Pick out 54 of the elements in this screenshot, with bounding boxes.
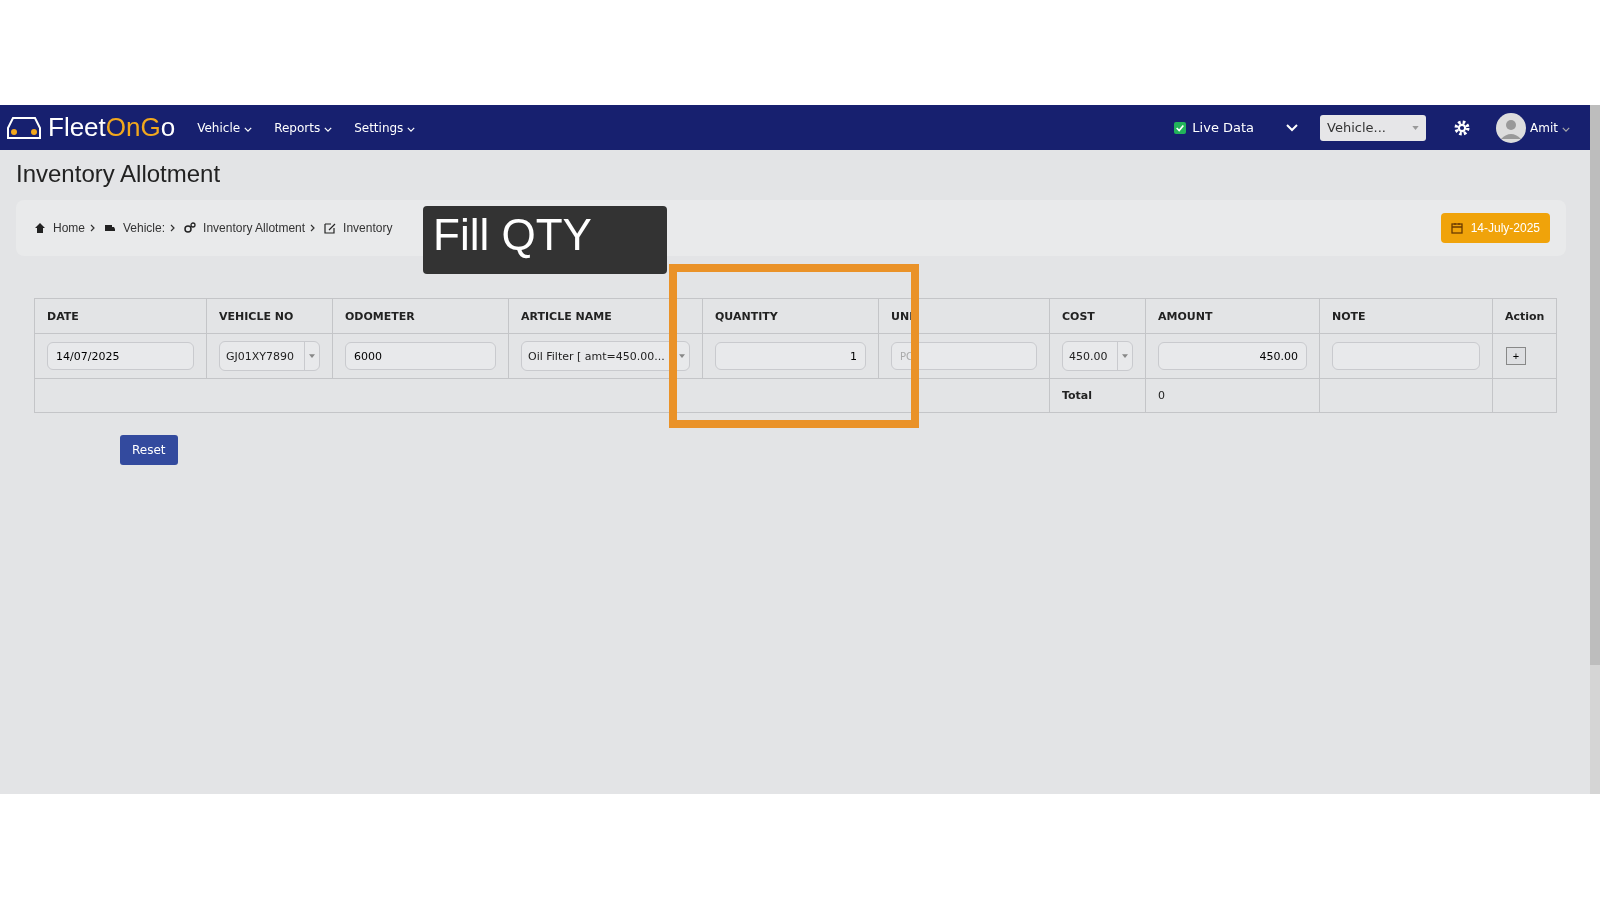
select-field[interactable]: Oil Filter [ amt=450.00... xyxy=(521,341,690,371)
scrollbar-thumb[interactable] xyxy=(1590,105,1600,665)
breadcrumb-link[interactable]: Vehicle: xyxy=(123,221,166,235)
callout-tooltip: Fill QTY xyxy=(423,206,667,274)
nav-menu-item[interactable]: Settings xyxy=(354,120,416,135)
caret-icon xyxy=(679,354,685,358)
reset-button[interactable]: Reset xyxy=(120,435,178,465)
select-field[interactable]: GJ01XY7890 xyxy=(219,341,320,371)
live-data-checkbox[interactable] xyxy=(1174,121,1187,134)
calendar-icon xyxy=(1450,222,1463,234)
chevron-down-icon[interactable] xyxy=(1286,123,1299,132)
chevron-right-icon xyxy=(170,224,176,232)
avatar-icon[interactable] xyxy=(1496,112,1527,143)
vehicle-select[interactable]: Vehicle... xyxy=(1320,114,1427,141)
chevron-down-icon xyxy=(244,126,253,132)
total-label: Total xyxy=(1049,378,1146,413)
breadcrumb-link[interactable]: Home xyxy=(53,221,85,235)
gears-icon xyxy=(184,222,197,234)
truck-icon xyxy=(104,222,116,234)
edit-icon xyxy=(324,222,337,234)
select-field[interactable]: 450.00 xyxy=(1062,341,1133,371)
breadcrumb-link[interactable]: Inventory Allotment xyxy=(203,221,306,235)
home-icon xyxy=(34,222,46,234)
nav-menu-item[interactable]: Vehicle xyxy=(197,120,253,135)
column-header: ODOMETER xyxy=(332,298,509,334)
column-header: ARTICLE NAME xyxy=(508,298,703,334)
column-header: Action xyxy=(1492,298,1557,334)
caret-icon xyxy=(309,354,315,358)
caret-icon xyxy=(1122,354,1128,358)
column-header: AMOUNT xyxy=(1145,298,1320,334)
column-header: QUANTITY xyxy=(702,298,879,334)
number-field[interactable]: 1 xyxy=(715,342,866,370)
column-header: COST xyxy=(1049,298,1146,334)
user-menu[interactable]: Amit xyxy=(1530,120,1570,135)
column-header: VEHICLE NO xyxy=(206,298,333,334)
input-field[interactable]: 14/07/2025 xyxy=(47,342,194,370)
column-header: DATE xyxy=(34,298,207,334)
breadcrumb-link[interactable]: Inventory xyxy=(343,221,393,235)
caret-icon xyxy=(1412,125,1420,130)
chevron-down-icon xyxy=(324,126,333,132)
nav-menu-item[interactable]: Reports xyxy=(274,120,333,135)
page-title: Inventory Allotment xyxy=(16,159,222,189)
note-field[interactable] xyxy=(1332,342,1480,370)
chevron-right-icon xyxy=(310,224,316,232)
input-field[interactable]: 6000 xyxy=(345,342,496,370)
logo-text[interactable]: FleetOnGo xyxy=(48,112,176,143)
number-field[interactable]: 450.00 xyxy=(1158,342,1307,370)
total-value: 0 xyxy=(1145,378,1320,413)
add-button[interactable]: + xyxy=(1506,347,1526,365)
chevron-down-icon xyxy=(407,126,416,132)
chevron-down-icon xyxy=(1562,126,1570,132)
column-header: NOTE xyxy=(1319,298,1493,334)
chevron-right-icon xyxy=(90,224,95,232)
live-data-label: Live Data xyxy=(1192,120,1255,135)
